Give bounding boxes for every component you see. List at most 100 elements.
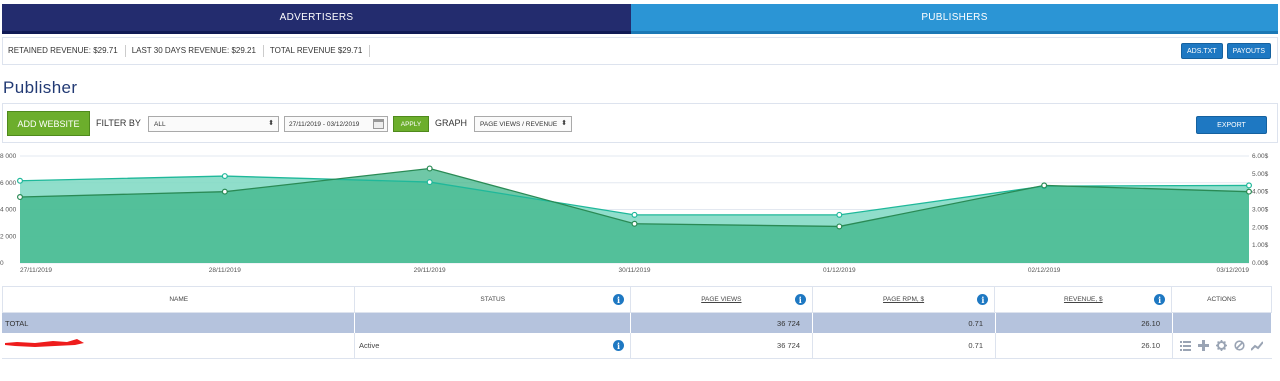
filter-select[interactable]: ALL ⬍ <box>148 116 279 132</box>
payouts-button[interactable]: PAYOUTS <box>1226 43 1271 59</box>
graph-label: GRAPH <box>435 118 468 128</box>
x-tick-label: 01/12/2019 <box>823 267 856 274</box>
total-label: TOTAL <box>2 313 355 333</box>
y-right-tick-label: 3.00$ <box>1252 207 1269 214</box>
row-status: Active i <box>355 333 631 358</box>
total-label-text: TOTAL <box>5 318 29 328</box>
last-30-days-revenue: LAST 30 DAYS REVENUE: $29.21 <box>132 45 264 57</box>
graph-select[interactable]: PAGE VIEWS / REVENUE ⬍ <box>474 116 572 132</box>
y-left-tick-label: 0 <box>0 260 4 267</box>
page-views-point <box>426 179 433 186</box>
header-page-rpm-label: PAGE RPM, $ <box>883 296 925 303</box>
revenue-bar-buttons: ADS.TXT PAYOUTS <box>1181 43 1271 59</box>
header-revenue-label: REVENUE, $ <box>1063 296 1103 303</box>
retained-revenue: RETAINED REVENUE: $29.71 <box>8 45 126 57</box>
header-actions-label: ACTIONS <box>1207 296 1237 303</box>
info-icon[interactable]: i <box>1154 294 1166 305</box>
row-status-value: Active <box>359 341 380 350</box>
y-right-tick-label: 6.00$ <box>1252 153 1269 160</box>
total-row: TOTAL 36 724 0.71 26.10 <box>2 313 1272 333</box>
page-title: Publisher <box>3 78 78 97</box>
total-status <box>355 313 631 333</box>
ads-txt-button[interactable]: ADS.TXT <box>1181 43 1223 59</box>
y-left-tick-label: 6 000 <box>0 180 17 187</box>
filter-select-value: ALL <box>154 120 166 128</box>
total-revenue-cell: 26.10 <box>996 313 1173 333</box>
total-revenue-label: TOTAL REVENUE <box>269 46 336 55</box>
list-icon[interactable] <box>1179 340 1191 352</box>
plus-icon[interactable] <box>1197 340 1209 352</box>
total-page-rpm: 0.71 <box>813 313 996 333</box>
total-page-rpm-value: 0.71 <box>968 318 983 328</box>
top-tabs: ADVERTISERS PUBLISHERS <box>2 4 1278 34</box>
header-actions: ACTIONS <box>1172 287 1271 312</box>
row-name[interactable] <box>2 333 355 358</box>
redacted-name-mark <box>5 339 84 347</box>
y-right-tick-label: 2.00$ <box>1252 224 1269 231</box>
publisher-table: NAME STATUS i PAGE VIEWS i PAGE RPM, $ i… <box>2 286 1272 359</box>
info-icon[interactable]: i <box>613 294 624 305</box>
gear-icon[interactable] <box>1215 340 1227 352</box>
row-page-rpm: 0.71 <box>813 333 996 358</box>
total-page-views-value: 36 724 <box>777 318 800 328</box>
header-name[interactable]: NAME <box>3 287 356 312</box>
header-page-rpm[interactable]: PAGE RPM, $ i <box>813 287 996 312</box>
x-tick-label: 30/11/2019 <box>618 267 650 274</box>
block-icon[interactable] <box>1233 340 1245 352</box>
calendar-icon[interactable] <box>373 119 384 129</box>
page-views-point <box>17 177 24 184</box>
y-right-tick-label: 4.00$ <box>1252 189 1269 196</box>
revenue-point <box>1041 182 1048 189</box>
select-arrows-icon: ⬍ <box>268 120 274 127</box>
chart-svg: 0 2 000 4 000 6 000 8 000 0.00$ 1.00$ 2.00$ 3.00… <box>0 153 1269 274</box>
date-range-value: 27/11/2019 - 03/12/2019 <box>289 120 360 128</box>
revenue-point <box>221 188 228 195</box>
y-left-tick-label: 8 000 <box>0 153 17 160</box>
total-page-views: 36 724 <box>631 313 813 333</box>
table-row: Active i 36 724 0.71 26.10 <box>2 333 1272 359</box>
row-page-views: 36 724 <box>631 333 813 358</box>
last-30-days-revenue-label: LAST 30 DAYS REVENUE: <box>131 46 230 55</box>
tab-publishers[interactable]: PUBLISHERS <box>631 4 1278 34</box>
chart: 0 2 000 4 000 6 000 8 000 0.00$ 1.00$ 2.00$ 3.00… <box>0 150 1280 278</box>
x-tick-label: 28/11/2019 <box>209 267 241 274</box>
row-page-rpm-value: 0.71 <box>968 341 983 350</box>
tab-advertisers[interactable]: ADVERTISERS <box>2 4 631 34</box>
total-revenue-value: $29.71 <box>337 46 363 55</box>
revenue-point <box>426 165 433 172</box>
row-revenue-value: 26.10 <box>1141 341 1160 350</box>
info-icon[interactable]: i <box>977 294 989 305</box>
info-icon[interactable]: i <box>613 340 624 351</box>
page-views-point <box>836 211 843 218</box>
total-actions <box>1173 313 1272 333</box>
revenue-point <box>17 194 24 201</box>
header-page-views[interactable]: PAGE VIEWS i <box>631 287 813 312</box>
apply-button[interactable]: APPLY <box>393 116 429 132</box>
graph-select-value: PAGE VIEWS / REVENUE <box>480 120 558 128</box>
header-status-label: STATUS <box>480 296 506 303</box>
toolbar: ADD WEBSITE FILTER BY ALL ⬍ 27/11/2019 -… <box>2 103 1278 143</box>
row-actions <box>1173 333 1272 358</box>
export-button[interactable]: EXPORT <box>1196 116 1267 134</box>
y-left-tick-label: 2 000 <box>0 233 17 240</box>
row-page-views-value: 36 724 <box>777 341 800 350</box>
x-tick-label: 27/11/2019 <box>20 267 52 274</box>
info-icon[interactable]: i <box>794 294 806 305</box>
total-revenue: TOTAL REVENUE $29.71 <box>269 45 371 57</box>
date-range-input[interactable]: 27/11/2019 - 03/12/2019 <box>284 116 388 132</box>
table-header: NAME STATUS i PAGE VIEWS i PAGE RPM, $ i… <box>2 286 1272 313</box>
y-right-tick-label: 5.00$ <box>1252 171 1269 178</box>
x-tick-label: 29/11/2019 <box>414 267 446 274</box>
header-name-label: NAME <box>169 296 189 303</box>
y-left-tick-label: 4 000 <box>0 207 17 214</box>
revenue-point <box>836 223 843 230</box>
page-views-point <box>631 211 638 218</box>
y-right-tick-label: 1.00$ <box>1252 242 1269 249</box>
revenue-summary-bar: RETAINED REVENUE: $29.71 LAST 30 DAYS RE… <box>2 37 1278 65</box>
chart-icon[interactable] <box>1251 340 1263 352</box>
header-revenue[interactable]: REVENUE, $ i <box>995 287 1173 312</box>
header-status[interactable]: STATUS i <box>355 287 631 312</box>
x-tick-label: 02/12/2019 <box>1028 267 1061 274</box>
add-website-button[interactable]: ADD WEBSITE <box>7 111 90 136</box>
row-revenue: 26.10 <box>996 333 1173 358</box>
